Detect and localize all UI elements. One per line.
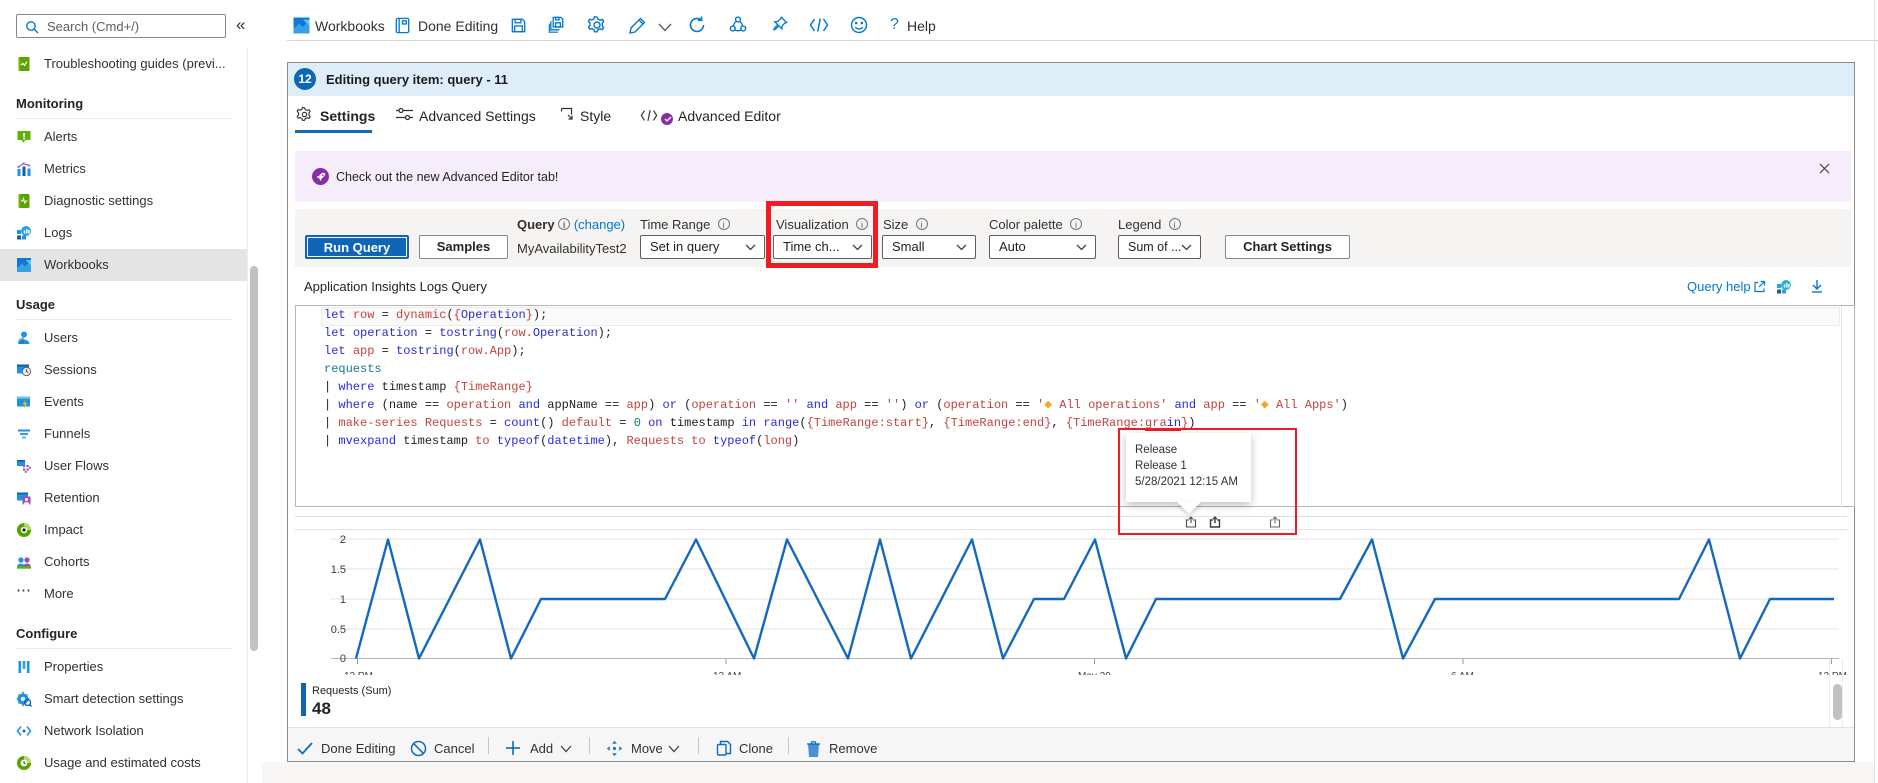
svg-text:0: 0 bbox=[340, 653, 346, 665]
svg-text:1.5: 1.5 bbox=[331, 564, 346, 576]
svg-text:0.5: 0.5 bbox=[331, 624, 346, 636]
svg-text:1: 1 bbox=[340, 594, 346, 606]
svg-text:2: 2 bbox=[340, 534, 346, 546]
